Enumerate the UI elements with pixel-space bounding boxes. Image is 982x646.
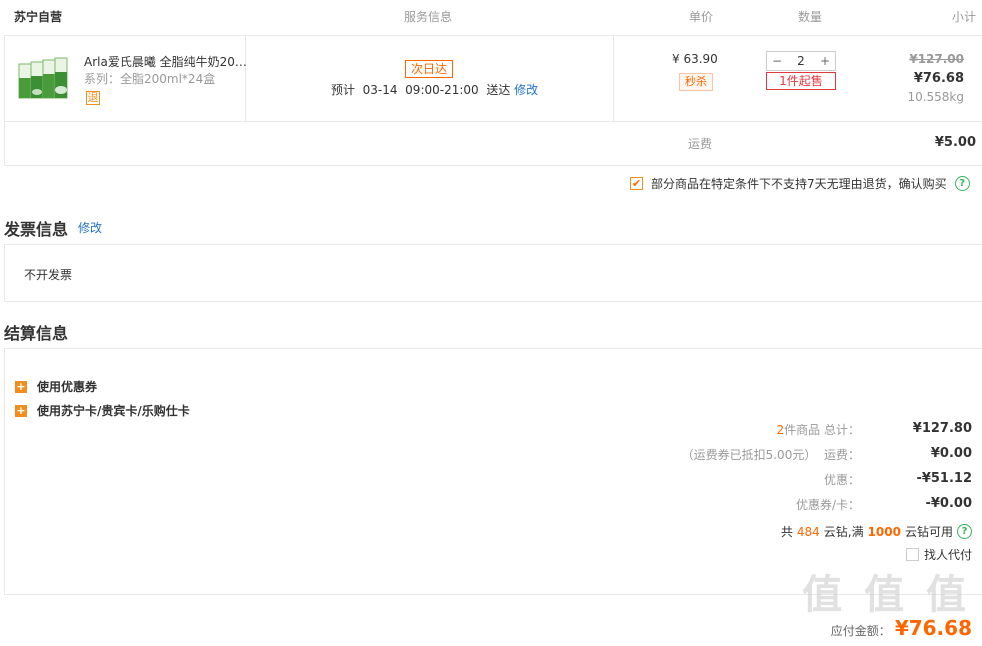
shipping-label: 运费 xyxy=(688,137,713,151)
summary-discount-value: -¥51.12 xyxy=(916,471,972,486)
yunzuan-mid: 云钻,满 xyxy=(823,525,864,539)
plus-icon: + xyxy=(15,379,27,393)
qty-plus-button[interactable]: + xyxy=(815,52,835,70)
qty-minus-button[interactable]: − xyxy=(767,52,787,70)
watermark: 值 值 值 xyxy=(802,572,970,618)
return-notice: ✔ 部分商品在特定条件下不支持7天无理由退货，确认购买 ? xyxy=(630,175,970,192)
invoice-value: 不开发票 xyxy=(24,268,73,282)
return-badge: 退 xyxy=(86,91,100,105)
product-divider-1 xyxy=(245,36,246,121)
yunzuan-suffix: 云钻可用 xyxy=(904,525,953,539)
shipping-coupon-note: （运费券已抵扣5.00元） xyxy=(681,448,817,462)
delivery-tag: 次日达 xyxy=(405,60,454,78)
yunzuan-min: 1000 xyxy=(867,524,901,539)
delivery-prefix: 预计 xyxy=(331,83,356,97)
product-name[interactable]: Arla爱氏晨曦 全脂纯牛奶20… xyxy=(84,53,247,70)
delivery-date: 03-14 xyxy=(362,83,398,97)
delivery-time: 09:00-21:00 xyxy=(405,83,479,97)
shipping-summary-label: 运费： xyxy=(823,448,860,462)
qty-input[interactable]: 2 xyxy=(791,52,811,70)
proxy-pay-checkbox[interactable] xyxy=(905,548,919,561)
invoice-title: 发票信息 xyxy=(4,220,69,239)
proxy-pay-label: 找人代付 xyxy=(923,548,972,562)
header-subtotal: 小计 xyxy=(952,10,977,24)
product-series: 系列：全脂200ml*24盒 xyxy=(84,72,216,86)
unit-price: ¥ 63.90 xyxy=(672,52,718,66)
summary-coupon-card-label: 优惠券/卡： xyxy=(795,498,860,512)
delivery-modify-link[interactable]: 修改 xyxy=(514,83,538,97)
item-total: ¥76.68 xyxy=(913,71,964,86)
return-notice-text: 部分商品在特定条件下不支持7天无理由退货，确认购买 xyxy=(651,177,947,191)
invoice-modify-link[interactable]: 修改 xyxy=(78,219,102,236)
plus-icon: + xyxy=(15,403,27,417)
summary-discount-label: 优惠： xyxy=(823,473,860,487)
flash-sale-badge: 秒杀 xyxy=(679,73,713,91)
confirm-checkbox[interactable]: ✔ xyxy=(630,177,643,190)
use-card-label: 使用苏宁卡/贵宾卡/乐购仕卡 xyxy=(37,404,190,418)
payable-label: 应付金额： xyxy=(830,624,891,638)
invoice-box xyxy=(4,244,982,302)
shipping-row xyxy=(4,121,982,166)
summary-coupon-card-value: -¥0.00 xyxy=(925,496,972,511)
use-card-toggle[interactable]: + 使用苏宁卡/贵宾卡/乐购仕卡 xyxy=(15,402,190,419)
shipping-value: ¥5.00 xyxy=(934,135,976,150)
item-weight: 10.558kg xyxy=(907,90,964,104)
product-divider-2 xyxy=(613,36,614,121)
help-icon[interactable]: ? xyxy=(954,176,970,191)
product-image[interactable] xyxy=(17,56,73,102)
quantity-stepper: − 2 + xyxy=(766,51,836,71)
store-name: 苏宁自营 xyxy=(14,10,63,24)
original-total: ¥127.00 xyxy=(909,52,964,66)
help-icon[interactable]: ? xyxy=(957,524,972,539)
min-purchase-tag: 1件起售 xyxy=(766,72,836,90)
use-coupon-toggle[interactable]: + 使用优惠券 xyxy=(15,378,97,395)
summary-shipping-label: （运费券已抵扣5.00元） 运费： xyxy=(682,446,860,463)
yunzuan-prefix: 共 xyxy=(780,525,793,539)
header-qty: 数量 xyxy=(798,10,823,24)
items-label: 件商品 总计： xyxy=(784,423,860,437)
delivery-info: 预计 03-14 09:00-21:00 送达 修改 xyxy=(331,81,538,98)
delivery-suffix: 送达 xyxy=(486,83,511,97)
yunzuan-info: 共 484 云钻,满 1000 云钻可用 ? xyxy=(781,523,972,540)
yunzuan-count: 484 xyxy=(796,524,820,539)
header-price: 单价 xyxy=(689,10,714,24)
use-coupon-label: 使用优惠券 xyxy=(37,380,98,394)
settlement-title: 结算信息 xyxy=(4,324,69,343)
header-service: 服务信息 xyxy=(404,10,453,24)
summary-items-label: 2件商品 总计： xyxy=(777,421,860,438)
summary-items-total: ¥127.80 xyxy=(912,421,972,436)
proxy-pay[interactable]: 找人代付 xyxy=(905,546,972,563)
summary-shipping-value: ¥0.00 xyxy=(930,446,972,461)
